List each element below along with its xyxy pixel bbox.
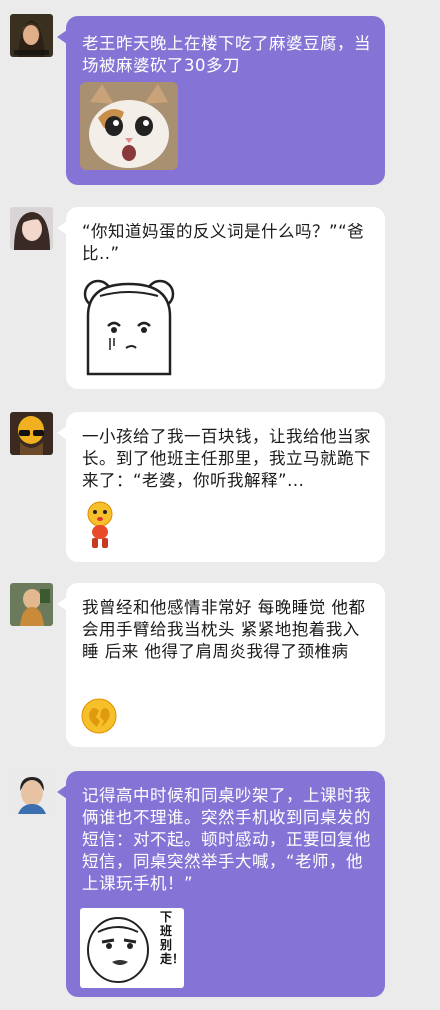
avatar[interactable] xyxy=(10,412,53,455)
message-bubble[interactable]: 我曾经和他感情非常好 每晚睡觉 他都会用手臂给我当枕头 紧紧地抱着我入睡 后来 … xyxy=(57,583,385,747)
bear-face-sticker[interactable] xyxy=(80,276,178,376)
sticker-caption: 下班别走！ xyxy=(160,910,184,966)
message-text: 我曾经和他感情非常好 每晚睡觉 他都会用手臂给我当枕头 紧紧地抱着我入睡 后来 … xyxy=(82,598,366,661)
message-bubble[interactable]: 老王昨天晚上在楼下吃了麻婆豆腐，当场被麻婆砍了30多刀 xyxy=(57,16,385,185)
avatar[interactable] xyxy=(10,207,53,250)
message-bubble[interactable]: 一小孩给了我一百块钱，让我给他当家长。到了他班主任那里，我立马就跪下来了：“老婆… xyxy=(57,412,385,562)
message-bubble[interactable]: 记得高中时候和同桌吵架了，上课时我俩谁也不理谁。突然手机收到同桌发的短信：对不起… xyxy=(57,771,385,997)
kneeling-emoji-sticker[interactable] xyxy=(84,500,116,550)
message-bubble[interactable]: “你知道妈蛋的反义词是什么吗？”“爸比..” xyxy=(57,207,385,389)
avatar[interactable] xyxy=(10,14,53,57)
message-text: 老王昨天晚上在楼下吃了麻婆豆腐，当场被麻婆砍了30多刀 xyxy=(82,34,371,75)
message-text: 一小孩给了我一百块钱，让我给他当家长。到了他班主任那里，我立马就跪下来了：“老婆… xyxy=(82,427,371,490)
broken-heart-emoji-sticker[interactable] xyxy=(80,697,118,735)
avatar[interactable] xyxy=(10,771,53,814)
cat-face-sticker[interactable] xyxy=(80,82,178,170)
meme-face-sticker[interactable]: 下班别走！ xyxy=(80,908,184,988)
message-text: 记得高中时候和同桌吵架了，上课时我俩谁也不理谁。突然手机收到同桌发的短信：对不起… xyxy=(82,786,371,893)
message-text: “你知道妈蛋的反义词是什么吗？”“爸比..” xyxy=(82,222,365,263)
avatar[interactable] xyxy=(10,583,53,626)
